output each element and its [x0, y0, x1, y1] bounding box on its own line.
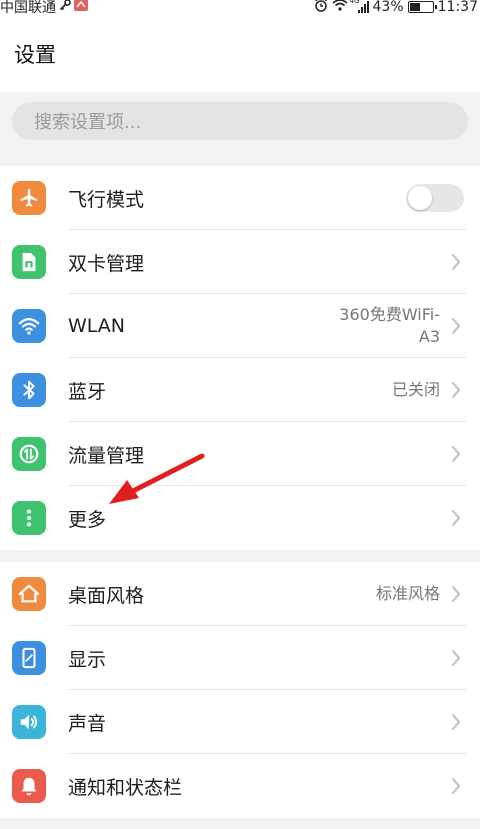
settings-item-bluetooth[interactable]: 蓝牙 已关闭 [0, 358, 480, 422]
settings-item-label: 双卡管理 [68, 252, 145, 275]
settings-item-sound[interactable]: 声音 [0, 690, 480, 754]
status-bar: 中国联通 4G 43% 11:37 [0, 0, 480, 16]
app-header: 设置 [0, 16, 480, 92]
settings-item-label: 显示 [68, 648, 107, 671]
more-dots-icon [12, 501, 46, 535]
settings-list: 飞行模式双卡管理 WLAN 360免费WiFi- A3 蓝牙 已关闭流量管理更多桌面风格 标… [0, 154, 480, 818]
chevron-right-icon [448, 509, 464, 527]
chevron-right-icon [448, 649, 464, 667]
settings-item-wlan[interactable]: WLAN 360免费WiFi- A3 [0, 294, 480, 358]
value-line: A3 [418, 327, 440, 346]
airplane-icon [12, 181, 46, 215]
search-section: 搜索设置项... [0, 92, 480, 154]
settings-item-home-style[interactable]: 桌面风格 标准风格 [0, 562, 480, 626]
wifi-icon [12, 309, 46, 343]
settings-item-label: WLAN [68, 315, 126, 337]
display-icon [12, 641, 46, 675]
settings-item-more[interactable]: 更多 [0, 486, 480, 550]
cellular-signal-icon: 4G [349, 0, 369, 13]
settings-group: 飞行模式双卡管理 WLAN 360免费WiFi- A3 蓝牙 已关闭流量管理更多 [0, 166, 480, 550]
section-gap [0, 154, 480, 166]
settings-item-airplane[interactable]: 飞行模式 [0, 166, 480, 230]
search-input[interactable]: 搜索设置项... [12, 102, 468, 140]
carrier-name: 中国联通 [0, 0, 56, 16]
chevron-right-icon [448, 713, 464, 731]
section-gap [0, 550, 480, 562]
data-usage-icon [12, 437, 46, 471]
settings-item-label: 通知和状态栏 [68, 776, 183, 799]
speaker-icon [12, 705, 46, 739]
key-icon [59, 0, 71, 15]
chevron-right-icon [448, 317, 464, 335]
chevron-right-icon [448, 777, 464, 795]
settings-item-dual-sim[interactable]: 双卡管理 [0, 230, 480, 294]
settings-item-value: 标准风格 [375, 584, 440, 603]
settings-item-label: 蓝牙 [68, 380, 107, 403]
wifi-status-icon [331, 0, 348, 15]
battery-icon [407, 1, 437, 13]
airplane-mode-toggle[interactable] [406, 184, 464, 212]
chevron-right-icon [448, 381, 464, 399]
settings-item-label: 飞行模式 [68, 188, 145, 211]
settings-item-label: 声音 [68, 712, 107, 735]
settings-item-value: 360免费WiFi- A3 [339, 304, 440, 348]
battery-percent: 43% [372, 0, 404, 15]
alarm-icon [314, 0, 328, 16]
network-type-badge: 4G [349, 0, 360, 5]
chevron-right-icon [448, 585, 464, 603]
settings-item-label: 流量管理 [68, 444, 145, 467]
page-title: 设置 [14, 43, 56, 67]
home-icon [12, 577, 46, 611]
toggle-knob [408, 186, 432, 210]
chevron-right-icon [448, 253, 464, 271]
chevron-right-icon [448, 445, 464, 463]
settings-item-label: 桌面风格 [68, 584, 145, 607]
settings-item-value: 已关闭 [391, 380, 440, 399]
settings-item-display[interactable]: 显示 [0, 626, 480, 690]
clock: 11:37 [437, 0, 478, 15]
settings-item-data-usage[interactable]: 流量管理 [0, 422, 480, 486]
settings-item-notifications[interactable]: 通知和状态栏 [0, 754, 480, 818]
settings-group: 桌面风格 标准风格显示声音通知和状态栏 [0, 562, 480, 818]
bell-icon [12, 769, 46, 803]
bluetooth-icon [12, 373, 46, 407]
settings-item-label: 更多 [68, 508, 107, 531]
value-line: 360免费WiFi- [339, 305, 440, 324]
app-notification-icon [74, 0, 88, 15]
sim-card-icon [12, 245, 46, 279]
search-placeholder: 搜索设置项... [34, 112, 142, 133]
